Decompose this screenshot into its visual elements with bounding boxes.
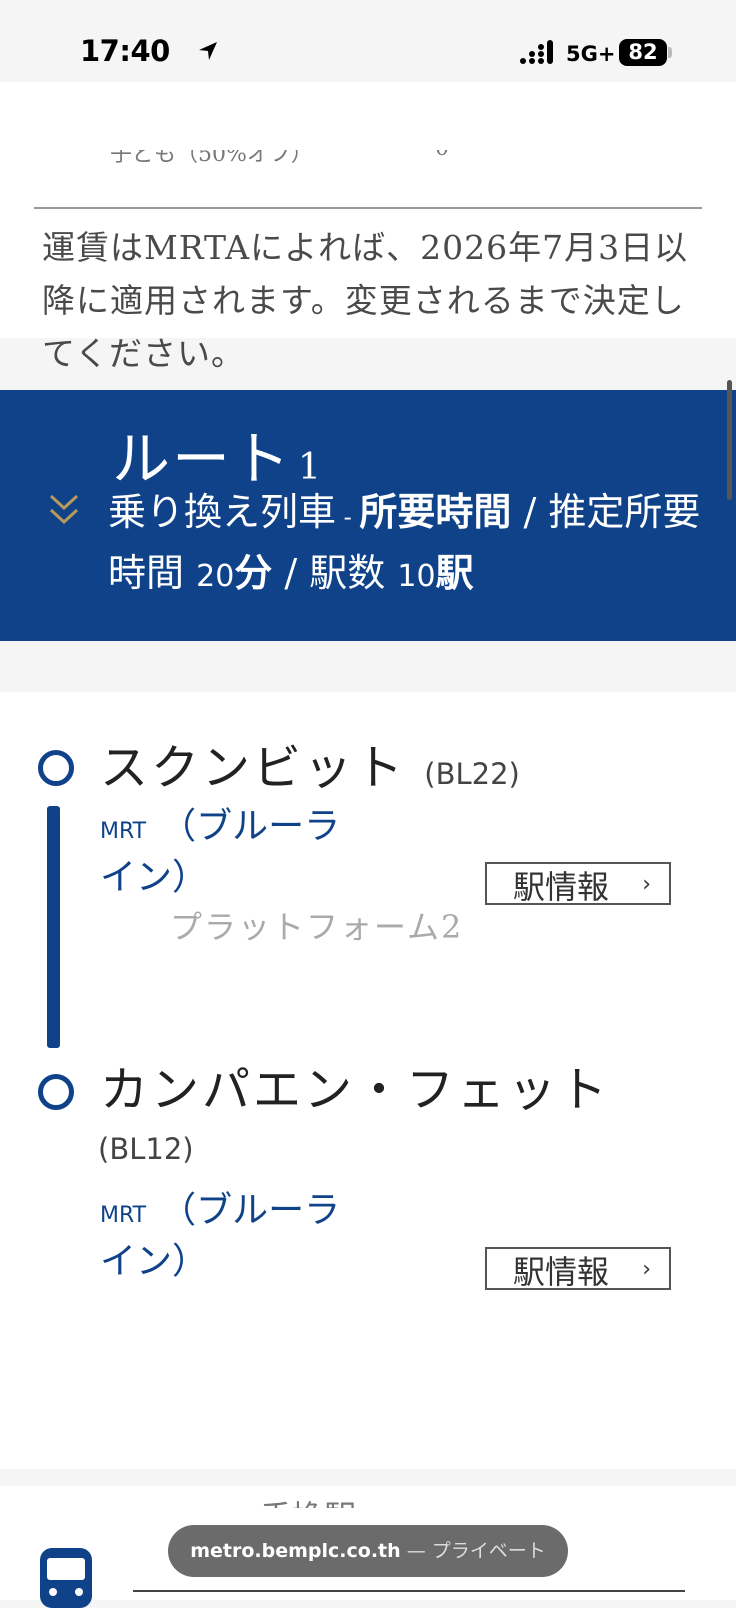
route-type: 乗り換え列車 [108, 490, 337, 534]
chevron-right-icon: › [642, 1257, 651, 1282]
chevron-double-down-icon[interactable] [48, 493, 80, 527]
divider [133, 1590, 685, 1592]
clock: 17:40 [80, 34, 170, 68]
fare-row-value: 0 [435, 150, 449, 161]
line-label: MRT （ブルーライン） [100, 804, 370, 901]
stations-label: 駅数 [309, 551, 386, 595]
station-code: (BL12) [98, 1132, 194, 1166]
station-info-button[interactable]: 駅情報 › [485, 1247, 671, 1291]
divider [34, 207, 702, 209]
browser-url-bar[interactable]: metro.bemplc.co.th — プライベート [168, 1525, 568, 1577]
station-info-button[interactable]: 駅情報 › [485, 862, 671, 906]
minutes-value: 20 [196, 559, 235, 594]
station-name-text: スクンビット [100, 740, 407, 796]
stations-card: スクンビット (BL22) MRT （ブルーライン） プラットフォーム2 駅情報 … [0, 692, 736, 1469]
private-label: — プライベート [400, 1540, 546, 1562]
scrollbar[interactable] [727, 380, 732, 500]
line-label: MRT （ブルーライン） [100, 1188, 370, 1285]
station-info-label: 駅情報 [513, 1253, 610, 1291]
fare-card: 子ども（50%オフ） 0 運賃はMRTAによれば、2026年7月3日以降に適用さ… [0, 82, 736, 373]
network-type: 5G+ [566, 42, 616, 66]
battery-level: 82 [628, 40, 658, 64]
duration-label: 所要時間 [359, 490, 512, 534]
station-count: 10 [397, 559, 436, 594]
battery-icon: 82 [619, 39, 667, 66]
line-prefix: MRT [100, 1203, 147, 1228]
signal-icon [520, 40, 553, 64]
transit-card-heading-text: 乗換駅 [260, 1498, 356, 1508]
transit-card-heading: 乗換駅 [130, 1478, 730, 1508]
minutes-unit: 分 [234, 551, 273, 595]
separator: / [272, 551, 310, 595]
train-icon [40, 1548, 92, 1608]
station-marker [38, 1074, 74, 1110]
route-line [47, 806, 60, 1048]
battery-cap [668, 47, 672, 58]
station-name: カンパエン・フェット [100, 1062, 611, 1118]
fare-row-child: 子ども（50%オフ） 0 [110, 150, 710, 184]
fare-row-label: 子ども（50%オフ） [110, 150, 313, 167]
route-summary: 乗り換え列車 - 所要時間 / 推定所要時間 20分 / 駅数 10駅 [108, 484, 708, 605]
station-unit: 駅 [435, 551, 474, 595]
station-code: (BL22) [424, 757, 520, 791]
fare-note: 運賃はMRTAによれば、2026年7月3日以降に適用されます。変更されるまで決定… [42, 228, 689, 373]
status-bar: 17:40 5G+ 82 [0, 0, 736, 82]
separator: / [511, 490, 549, 534]
chevron-right-icon: › [642, 872, 651, 897]
location-arrow-icon [199, 42, 217, 60]
route-header[interactable]: ルート 1 乗り換え列車 - 所要時間 / 推定所要時間 20分 / 駅数 10駅 [0, 390, 736, 641]
station-marker [38, 750, 74, 786]
route-title-label: ルート [112, 425, 293, 493]
url-domain: metro.bemplc.co.th [190, 1540, 401, 1562]
platform-label: プラットフォーム2 [170, 908, 464, 946]
route-number: 1 [298, 447, 323, 488]
separator: - [336, 503, 360, 531]
line-prefix: MRT [100, 819, 147, 844]
station-info-label: 駅情報 [513, 868, 610, 906]
station-name: スクンビット (BL22) [100, 728, 520, 798]
